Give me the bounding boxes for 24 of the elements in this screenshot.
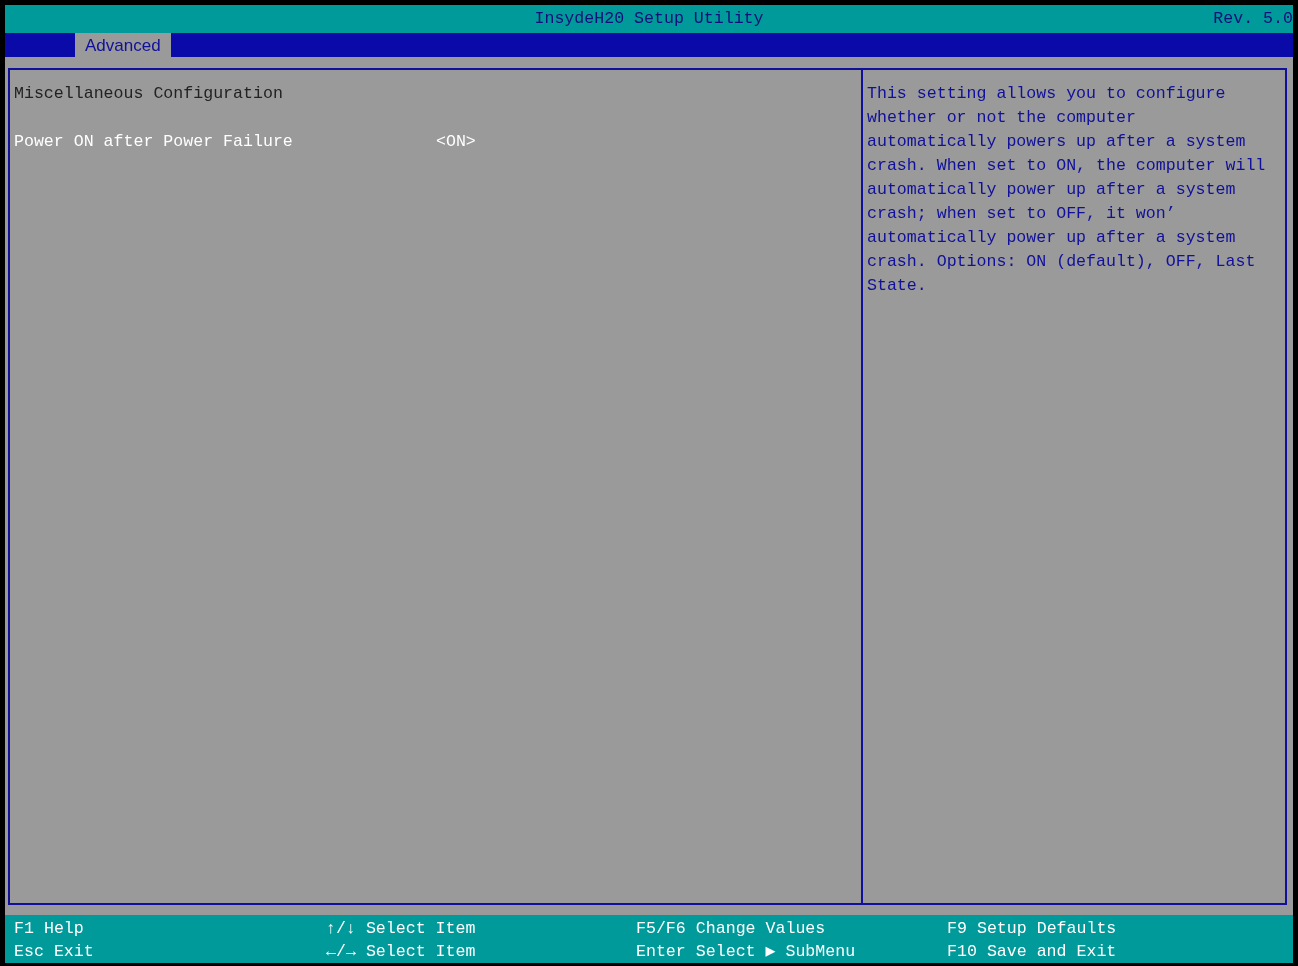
menu-tab[interactable]: Advanced [75, 33, 171, 57]
key-label: F1 [14, 918, 34, 940]
key-label: F10 [947, 941, 977, 963]
section-heading: Miscellaneous Configuration [14, 83, 284, 105]
key-label: ←/→ [326, 941, 356, 963]
key-label: Enter [636, 941, 686, 963]
key-action: Change Values [695, 918, 826, 940]
key-action: Select Item [365, 941, 476, 963]
revision-label: Rev. 5.0 [1213, 7, 1293, 30]
help-text: This setting allows you to configure whether or not the computer automatically powers up after a system crash. When set to ON, the computer will automatically power up after a system crash; when set to OFF, it won’ automatically power up after a system crash. Options: ON (default), OFF, Last State. [867, 83, 1266, 297]
key-label: ↑/↓ [326, 918, 356, 940]
key-label: F5/F6 [636, 918, 686, 940]
key-action: Select Item [365, 918, 476, 940]
key-label: Esc [14, 941, 44, 963]
key-action: Save and Exit [986, 941, 1117, 963]
setting-label: Power ON after Power Failure [14, 131, 294, 153]
key-label: F9 [947, 918, 967, 940]
setting-row[interactable]: Power ON after Power Failure <ON> [14, 130, 861, 154]
setting-value[interactable]: <ON> [436, 130, 476, 154]
key-action: Select ▶ SubMenu [695, 941, 856, 963]
window-title: InsydeH20 Setup Utility [534, 7, 764, 30]
key-action: Setup Defaults [976, 918, 1117, 940]
key-action: Exit [53, 941, 94, 963]
key-action: Help [43, 918, 84, 940]
